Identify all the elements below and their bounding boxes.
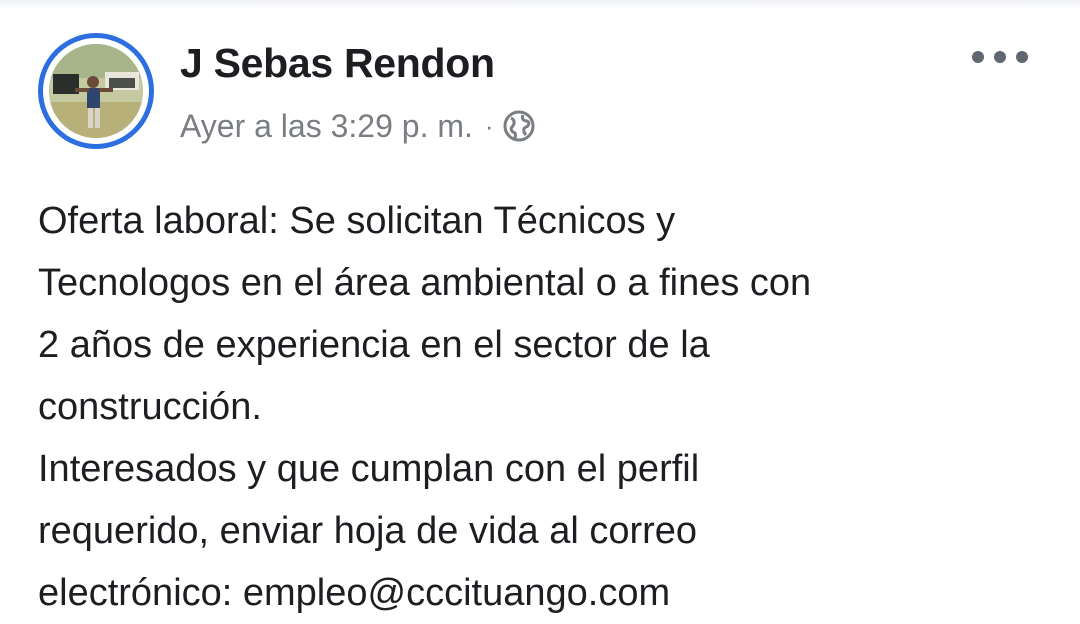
avatar-photo xyxy=(49,44,143,138)
post-text-line: Tecnologos en el área ambiental o a fine… xyxy=(38,262,812,304)
facebook-post: J Sebas Rendon Ayer a las 3:29 p. m. · O… xyxy=(0,0,1080,624)
post-text-line: Interesados y que cumplan con el perfil xyxy=(38,448,700,490)
globe-icon[interactable] xyxy=(502,109,536,143)
post-text-line: electrónico: empleo@cccituango.com xyxy=(38,572,671,614)
post-timestamp[interactable]: Ayer a las 3:29 p. m. xyxy=(180,108,473,145)
post-text-line: construcción. xyxy=(38,386,262,428)
post-text-line: Oferta laboral: Se solicitan Técnicos y xyxy=(38,200,676,242)
meta-separator: · xyxy=(484,110,494,141)
post-text: Oferta laboral: Se solicitan Técnicos y … xyxy=(38,190,1058,624)
post-text-line: requerido, enviar hoja de vida al correo xyxy=(38,510,698,552)
more-dot xyxy=(1016,51,1028,63)
post-meta: Ayer a las 3:29 p. m. · xyxy=(180,104,536,148)
more-dot xyxy=(972,51,984,63)
author-avatar[interactable] xyxy=(38,33,154,149)
more-options-icon[interactable] xyxy=(972,42,1028,72)
more-dot xyxy=(994,51,1006,63)
post-text-line: 2 años de experiencia en el sector de la xyxy=(38,324,710,366)
author-name[interactable]: J Sebas Rendon xyxy=(180,40,495,87)
